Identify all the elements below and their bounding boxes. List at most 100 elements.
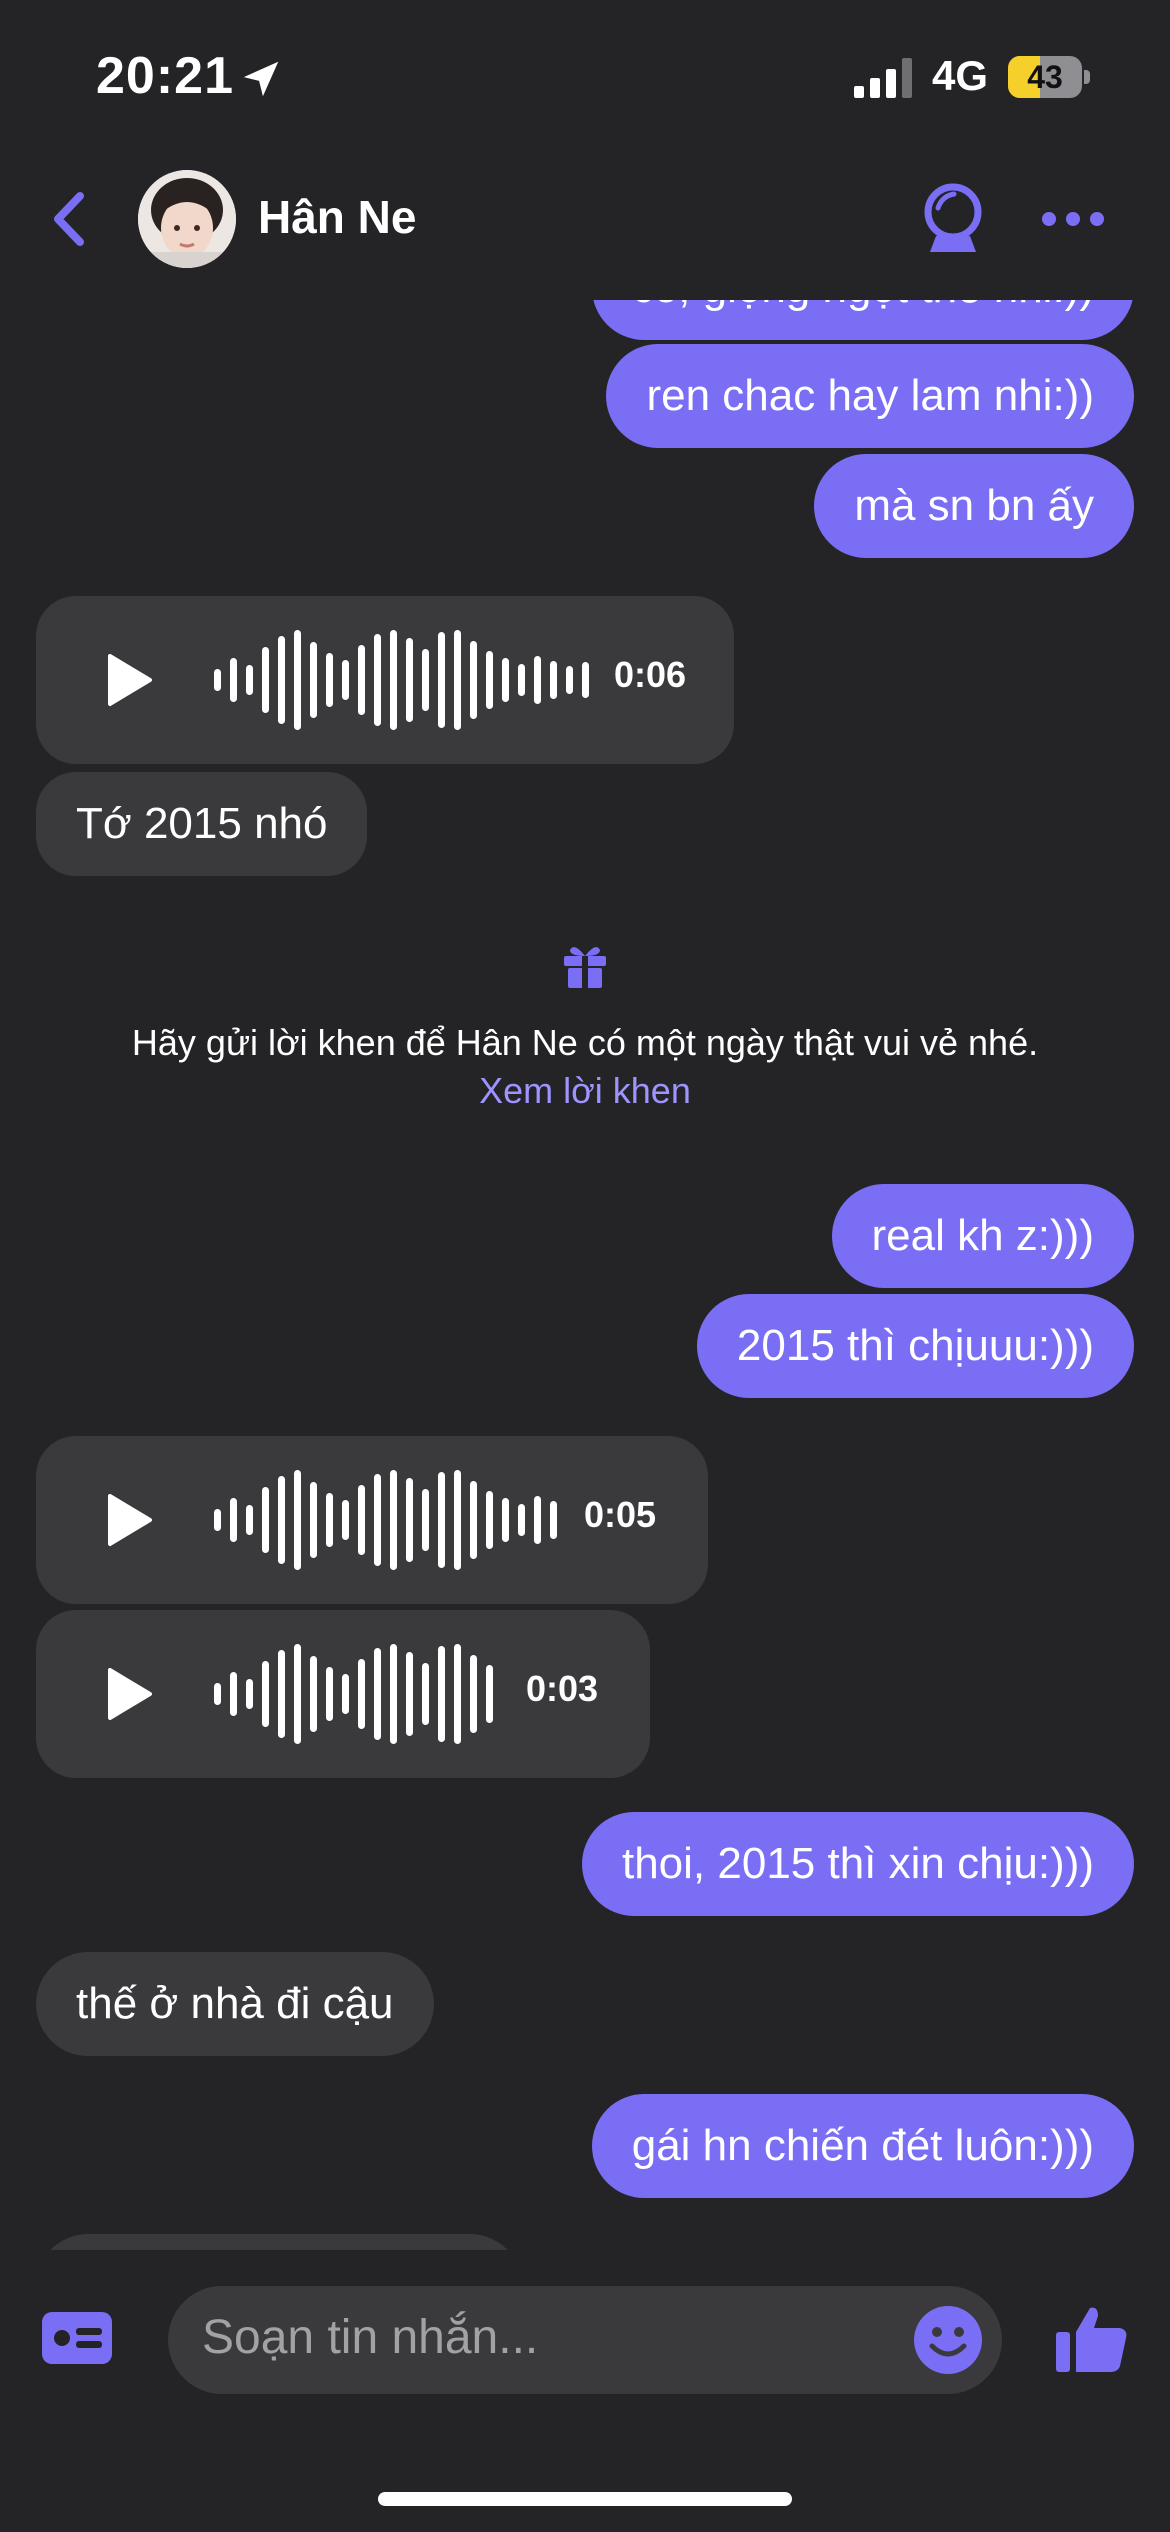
network-type: 4G <box>932 52 989 99</box>
back-chevron-icon[interactable] <box>48 190 90 248</box>
message-outgoing[interactable]: real kh z:))) <box>831 1184 1134 1288</box>
waveform-bar <box>358 1485 365 1555</box>
message-list[interactable]: có, giọng ngọt thế nhỉ:)) ren chac hay l… <box>0 300 1170 2250</box>
contact-card-icon[interactable] <box>42 2312 112 2364</box>
waveform-bar <box>518 664 525 696</box>
battery-level: 43 <box>1027 59 1063 95</box>
waveform-bar <box>294 1644 301 1744</box>
message-outgoing[interactable]: thoi, 2015 thì xin chịu:))) <box>581 1812 1134 1916</box>
waveform-bar <box>390 1470 397 1570</box>
message-incoming[interactable]: thế ở nhà đi cậu <box>36 1952 434 2056</box>
waveform-bar <box>550 1501 557 1539</box>
message-outgoing[interactable]: có, giọng ngọt thế nhỉ:)) <box>591 300 1134 340</box>
view-compliments-link[interactable]: Xem lời khen <box>0 1070 1170 1112</box>
waveform-bar <box>294 1470 301 1570</box>
waveform-bar <box>390 1644 397 1744</box>
waveform-bar <box>278 1650 285 1738</box>
waveform-icon <box>214 626 589 734</box>
birthday-notice: Hãy gửi lời khen để Hân Ne có một ngày t… <box>131 1022 1039 1063</box>
waveform-bar <box>470 1655 477 1733</box>
waveform-bar <box>470 641 477 719</box>
waveform-bar <box>390 630 397 730</box>
waveform-bar <box>230 1672 237 1716</box>
waveform-bar <box>342 1674 349 1714</box>
waveform-bar <box>486 651 493 709</box>
waveform-bar <box>246 665 253 695</box>
message-incoming[interactable] <box>36 2234 522 2250</box>
waveform-bar <box>454 1470 461 1570</box>
waveform-bar <box>326 1667 333 1721</box>
message-outgoing[interactable]: 2015 thì chịuuu:))) <box>696 1294 1134 1398</box>
message-outgoing[interactable]: ren chac hay lam nhi:)) <box>606 344 1134 448</box>
waveform-bar <box>294 630 301 730</box>
waveform-bar <box>502 658 509 702</box>
waveform-bar <box>438 1472 445 1568</box>
waveform-bar <box>262 647 269 713</box>
message-incoming[interactable]: Tớ 2015 nhó <box>36 772 368 876</box>
play-icon[interactable] <box>98 1490 158 1550</box>
voice-message[interactable]: 0:03 <box>36 1610 650 1778</box>
crystal-ball-icon[interactable] <box>918 182 988 256</box>
contact-name[interactable]: Hân Ne <box>258 190 416 244</box>
signal-icon <box>854 58 912 98</box>
waveform-bar <box>214 669 221 691</box>
waveform-bar <box>422 1663 429 1725</box>
location-arrow-icon <box>243 61 279 97</box>
avatar[interactable] <box>138 170 236 268</box>
gift-icon <box>564 947 606 988</box>
more-dots-icon[interactable] <box>1040 204 1106 234</box>
waveform-bar <box>246 1679 253 1709</box>
waveform-bar <box>470 1481 477 1559</box>
waveform-bar <box>550 661 557 699</box>
waveform-bar <box>342 660 349 700</box>
waveform-bar <box>502 1498 509 1542</box>
voice-message[interactable]: 0:06 <box>36 596 734 764</box>
message-outgoing[interactable]: gái hn chiến đét luôn:))) <box>591 2094 1134 2198</box>
emoji-icon[interactable] <box>912 2304 984 2376</box>
voice-duration: 0:06 <box>614 654 687 695</box>
voice-duration: 0:05 <box>584 1494 657 1535</box>
waveform-bar <box>262 1661 269 1727</box>
waveform-bar <box>374 1474 381 1566</box>
waveform-bar <box>406 638 413 722</box>
waveform-bar <box>422 649 429 711</box>
home-indicator[interactable] <box>378 2492 792 2506</box>
waveform-bar <box>438 632 445 728</box>
message-input-placeholder[interactable]: Soạn tin nhắn... <box>202 2310 538 2365</box>
waveform-bar <box>582 662 589 698</box>
waveform-bar <box>534 656 541 704</box>
voice-message[interactable]: 0:05 <box>36 1436 708 1604</box>
waveform-bar <box>326 1493 333 1547</box>
waveform-bar <box>310 1482 317 1558</box>
waveform-bar <box>374 1648 381 1740</box>
waveform-bar <box>326 653 333 707</box>
waveform-bar <box>422 1489 429 1551</box>
message-outgoing[interactable]: mà sn bn ấy <box>814 454 1134 558</box>
waveform-bar <box>406 1652 413 1736</box>
waveform-bar <box>454 630 461 730</box>
waveform-bar <box>246 1505 253 1535</box>
waveform-bar <box>278 1476 285 1564</box>
waveform-bar <box>214 1683 221 1705</box>
play-icon[interactable] <box>98 1664 158 1724</box>
waveform-bar <box>486 1491 493 1549</box>
waveform-bar <box>566 666 573 694</box>
waveform-bar <box>406 1478 413 1562</box>
waveform-bar <box>374 634 381 726</box>
play-icon[interactable] <box>98 650 158 710</box>
waveform-bar <box>358 645 365 715</box>
waveform-bar <box>230 1498 237 1542</box>
waveform-bar <box>278 636 285 724</box>
waveform-bar <box>310 642 317 718</box>
waveform-bar <box>230 658 237 702</box>
waveform-icon <box>214 1640 493 1748</box>
waveform-bar <box>262 1487 269 1553</box>
battery-icon: 43 <box>1008 56 1090 98</box>
waveform-icon <box>214 1466 557 1574</box>
waveform-bar <box>358 1659 365 1729</box>
thumbs-up-icon[interactable] <box>1054 2300 1130 2376</box>
waveform-bar <box>310 1656 317 1732</box>
waveform-bar <box>534 1496 541 1544</box>
status-time: 20:21 <box>96 47 234 105</box>
waveform-bar <box>342 1500 349 1540</box>
